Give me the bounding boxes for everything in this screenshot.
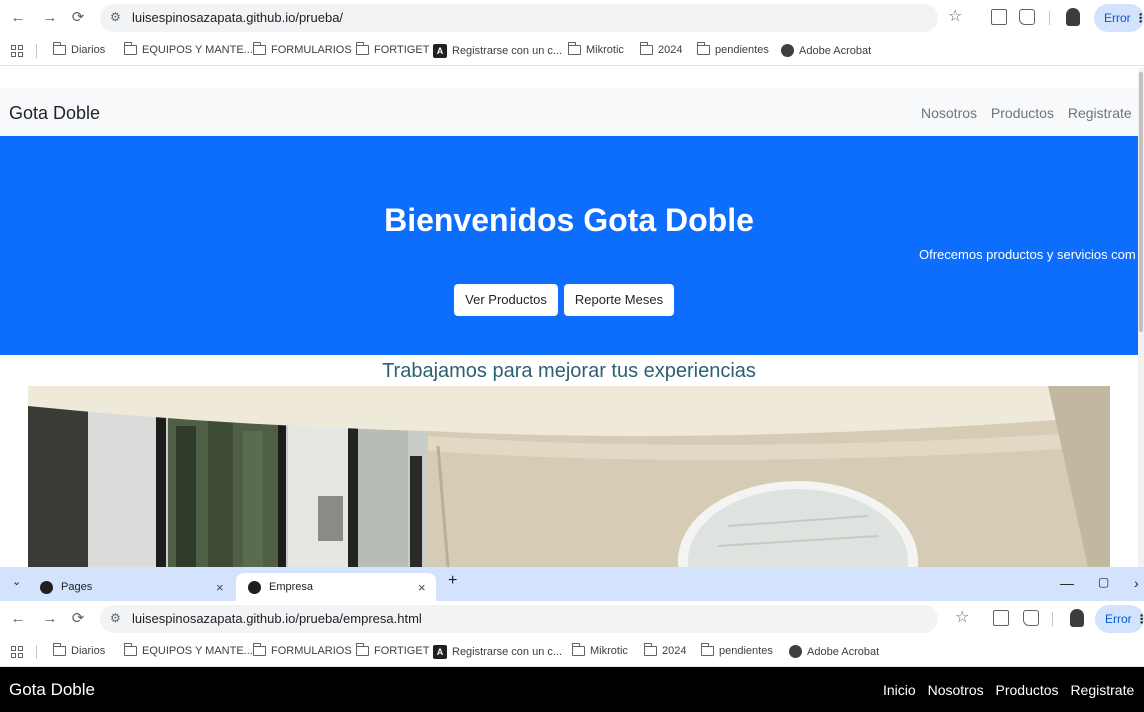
navbar-brand[interactable]: Gota Doble xyxy=(9,103,100,124)
bookmark-equipos[interactable]: EQUIPOS Y MANTE... xyxy=(123,42,253,56)
bookmark-registrarse[interactable]: A Registrarse con un c... xyxy=(433,44,562,58)
hero-photo xyxy=(28,386,1110,567)
cast-icon[interactable] xyxy=(993,610,1009,626)
profile-error-button[interactable]: Error ⋮ xyxy=(1094,4,1144,32)
github-icon xyxy=(40,580,53,594)
toolbar-2: ← → ⟳ ⚙ luisespinosazapata.github.io/pru… xyxy=(0,601,1144,637)
toolbar: ← → ⟳ ⚙ luisespinosazapata.github.io/pru… xyxy=(0,0,1144,36)
nav-link-inicio[interactable]: Inicio xyxy=(883,682,916,698)
bookmark-mikrotic[interactable]: Mikrotic xyxy=(571,643,628,657)
bookmark-formularios[interactable]: FORMULARIOS xyxy=(252,643,352,657)
url-text: luisespinosazapata.github.io/prueba/ xyxy=(132,10,344,25)
globe-icon xyxy=(781,44,794,57)
reload-icon[interactable]: ⟳ xyxy=(68,8,88,28)
globe-icon xyxy=(248,580,261,594)
bookmark-2024[interactable]: 2024 xyxy=(643,643,686,657)
back-icon[interactable]: ← xyxy=(8,609,28,629)
nav-link-registrate[interactable]: Registrate xyxy=(1070,682,1134,698)
extensions-icon[interactable] xyxy=(1023,610,1039,626)
bookmark-adobe-acrobat[interactable]: Adobe Acrobat xyxy=(789,645,879,658)
profile-error-button-2[interactable]: Error ⋮ xyxy=(1095,605,1144,633)
nav-link-nosotros[interactable]: Nosotros xyxy=(921,105,977,121)
site-icon: A xyxy=(433,44,447,58)
bookmark-star-icon[interactable]: ☆ xyxy=(948,6,962,26)
bookmarks-bar: Diarios EQUIPOS Y MANTE... FORMULARIOS F… xyxy=(0,36,1144,66)
bookmark-mikrotic[interactable]: Mikrotic xyxy=(567,42,624,56)
folder-icon xyxy=(52,42,66,55)
bookmark-formularios[interactable]: FORMULARIOS xyxy=(252,42,352,56)
apps-icon[interactable] xyxy=(11,45,23,57)
folder-icon xyxy=(567,42,581,55)
minimize-icon[interactable]: — xyxy=(1060,575,1074,591)
address-bar-2[interactable]: ⚙ luisespinosazapata.github.io/prueba/em… xyxy=(100,605,938,633)
navbar-links: Nosotros Productos Registrate xyxy=(911,105,1132,121)
avatar[interactable] xyxy=(1066,8,1080,26)
bookmark-fortiget[interactable]: FORTIGET xyxy=(355,42,429,56)
site-navbar-dark: Gota Doble Inicio Nosotros Productos Reg… xyxy=(0,667,1144,712)
hero-title: Bienvenidos Gota Doble xyxy=(384,202,754,238)
bookmark-2024[interactable]: 2024 xyxy=(639,42,682,56)
navbar-brand[interactable]: Gota Doble xyxy=(9,680,95,700)
folder-icon xyxy=(355,42,369,55)
scrollbar-thumb[interactable] xyxy=(1139,72,1143,332)
site-info-icon[interactable]: ⚙ xyxy=(110,10,121,24)
close-window-icon[interactable]: › xyxy=(1134,575,1139,591)
bookmark-star-icon[interactable]: ☆ xyxy=(955,607,969,627)
bookmarks-bar-2: Diarios EQUIPOS Y MANTE... FORMULARIOS F… xyxy=(0,637,1144,667)
address-bar[interactable]: ⚙ luisespinosazapata.github.io/prueba/ xyxy=(100,4,938,32)
reporte-meses-button[interactable]: Reporte Meses xyxy=(564,284,674,316)
avatar[interactable] xyxy=(1070,609,1084,627)
folder-icon xyxy=(123,42,137,55)
folder-icon xyxy=(696,42,710,55)
folder-icon xyxy=(700,643,714,656)
tab-empresa[interactable]: Empresa × xyxy=(236,573,436,601)
url-text-2: luisespinosazapata.github.io/prueba/empr… xyxy=(132,611,422,626)
hero-section: Bienvenidos Gota Doble Ofrecemos product… xyxy=(0,136,1138,355)
bookmark-equipos[interactable]: EQUIPOS Y MANTE... xyxy=(123,643,253,657)
folder-icon xyxy=(123,643,137,656)
close-icon[interactable]: × xyxy=(216,580,224,595)
back-icon[interactable]: ← xyxy=(8,8,28,28)
bookmark-adobe-acrobat[interactable]: Adobe Acrobat xyxy=(781,44,871,57)
bookmark-diarios[interactable]: Diarios xyxy=(52,643,105,657)
nav-link-productos[interactable]: Productos xyxy=(991,105,1054,121)
new-tab-button[interactable]: + xyxy=(448,572,457,590)
bookmark-pendientes[interactable]: pendientes xyxy=(700,643,773,657)
forward-icon[interactable]: → xyxy=(40,609,60,629)
globe-icon xyxy=(789,645,802,658)
folder-icon xyxy=(52,643,66,656)
tab-strip: ⌄ Pages × Empresa × + — ▢ › xyxy=(0,567,1144,601)
folder-icon xyxy=(252,643,266,656)
bookmark-registrarse[interactable]: A Registrarse con un c... xyxy=(433,645,562,659)
apps-icon[interactable] xyxy=(11,646,23,658)
folder-icon xyxy=(639,42,653,55)
extensions-icon[interactable] xyxy=(1019,9,1035,25)
photo-illustration xyxy=(28,386,1110,567)
hero-side-text: Ofrecemos productos y servicios com xyxy=(919,247,1136,262)
bookmark-fortiget[interactable]: FORTIGET xyxy=(355,643,429,657)
bookmark-pendientes[interactable]: pendientes xyxy=(696,42,769,56)
folder-icon xyxy=(252,42,266,55)
folder-icon xyxy=(643,643,657,656)
folder-icon xyxy=(355,643,369,656)
section-subtitle: Trabajamos para mejorar tus experiencias xyxy=(382,360,756,382)
nav-link-registrate[interactable]: Registrate xyxy=(1068,105,1132,121)
navbar-links: Inicio Nosotros Productos Registrate xyxy=(875,682,1134,698)
reload-icon[interactable]: ⟳ xyxy=(68,609,88,629)
tab-pages[interactable]: Pages × xyxy=(40,573,230,601)
nav-link-nosotros[interactable]: Nosotros xyxy=(928,682,984,698)
site-navbar: Gota Doble Nosotros Productos Registrate xyxy=(0,88,1138,136)
ver-productos-button[interactable]: Ver Productos xyxy=(454,284,558,316)
folder-icon xyxy=(571,643,585,656)
forward-icon[interactable]: → xyxy=(40,8,60,28)
site-icon: A xyxy=(433,645,447,659)
bookmark-diarios[interactable]: Diarios xyxy=(52,42,105,56)
close-icon[interactable]: × xyxy=(418,580,426,595)
tab-search-icon[interactable]: ⌄ xyxy=(12,575,21,588)
nav-link-productos[interactable]: Productos xyxy=(996,682,1059,698)
cast-icon[interactable] xyxy=(991,9,1007,25)
restore-icon[interactable]: ▢ xyxy=(1098,575,1109,589)
site-info-icon[interactable]: ⚙ xyxy=(110,611,121,625)
